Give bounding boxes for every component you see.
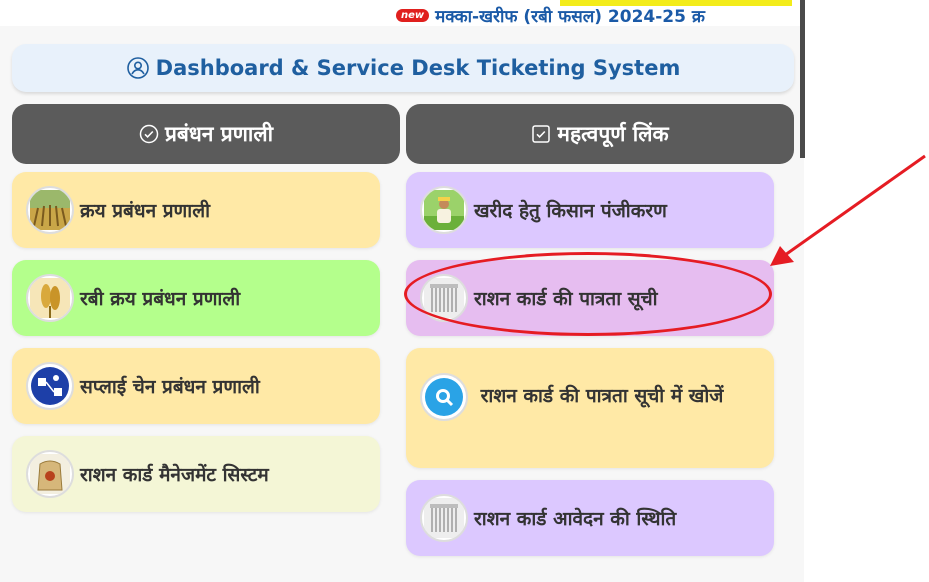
wheat-grain-icon (26, 274, 74, 322)
rabi-procurement-management-link[interactable]: रबी क्रय प्रबंधन प्रणाली (12, 260, 380, 336)
ration-card-management-system-link[interactable]: राशन कार्ड मैनेजमेंट सिस्टम (12, 436, 380, 512)
dashboard-service-desk-button[interactable]: Dashboard & Service Desk Ticketing Syste… (12, 44, 794, 92)
rabi-procurement-label: रबी क्रय प्रबंधन प्रणाली (80, 288, 241, 310)
check-circle-icon (139, 124, 159, 144)
application-status-label: राशन कार्ड आवेदन की स्थिति (474, 508, 677, 530)
procurement-management-label: क्रय प्रबंधन प्रणाली (80, 200, 211, 222)
management-system-title: प्रबंधन प्रणाली (164, 122, 274, 146)
document-list-icon (420, 494, 468, 542)
supply-chain-icon (26, 362, 74, 410)
important-links-header: महत्वपूर्ण लिंक (406, 104, 794, 164)
document-list-icon (420, 274, 468, 322)
red-arrow-icon (770, 154, 926, 266)
search-ration-card-eligibility-link[interactable]: राशन कार्ड की पात्रता सूची में खोजें (406, 348, 774, 468)
wheat-field-icon (26, 186, 74, 234)
check-square-icon (531, 124, 551, 144)
farmer-registration-link[interactable]: खरीद हेतु किसान पंजीकरण (406, 172, 774, 248)
ration-card-management-label: राशन कार्ड मैनेजमेंट सिस्टम (80, 464, 269, 486)
ration-sack-icon (26, 450, 74, 498)
management-system-header: प्रबंधन प्रणाली (12, 104, 400, 164)
supply-chain-management-link[interactable]: सप्लाई चेन प्रबंधन प्रणाली (12, 348, 380, 424)
search-ration-card-label: राशन कार्ड की पात्रता सूची में खोजें (480, 385, 724, 407)
procurement-management-link[interactable]: क्रय प्रबंधन प्रणाली (12, 172, 380, 248)
scrollbar[interactable] (800, 0, 805, 158)
new-badge: new (396, 9, 430, 22)
user-icon (126, 56, 150, 80)
important-links-title: महत्वपूर्ण लिंक (557, 122, 669, 146)
dashboard-label: Dashboard & Service Desk Ticketing Syste… (155, 56, 681, 80)
ration-card-eligibility-list-link[interactable]: राशन कार्ड की पात्रता सूची (406, 260, 774, 336)
farmer-registration-label: खरीद हेतु किसान पंजीकरण (474, 200, 667, 222)
search-icon (420, 372, 468, 421)
farmer-icon (420, 186, 468, 234)
ration-card-application-status-link[interactable]: राशन कार्ड आवेदन की स्थिति (406, 480, 774, 556)
ration-card-eligibility-label: राशन कार्ड की पात्रता सूची (474, 288, 658, 310)
news-ticker[interactable]: new मक्का-खरीफ (रबी फसल) 2024-25 क्र (396, 4, 780, 30)
ticker-text[interactable]: मक्का-खरीफ (रबी फसल) 2024-25 क्र (435, 7, 705, 27)
supply-chain-label: सप्लाई चेन प्रबंधन प्रणाली (80, 376, 260, 398)
